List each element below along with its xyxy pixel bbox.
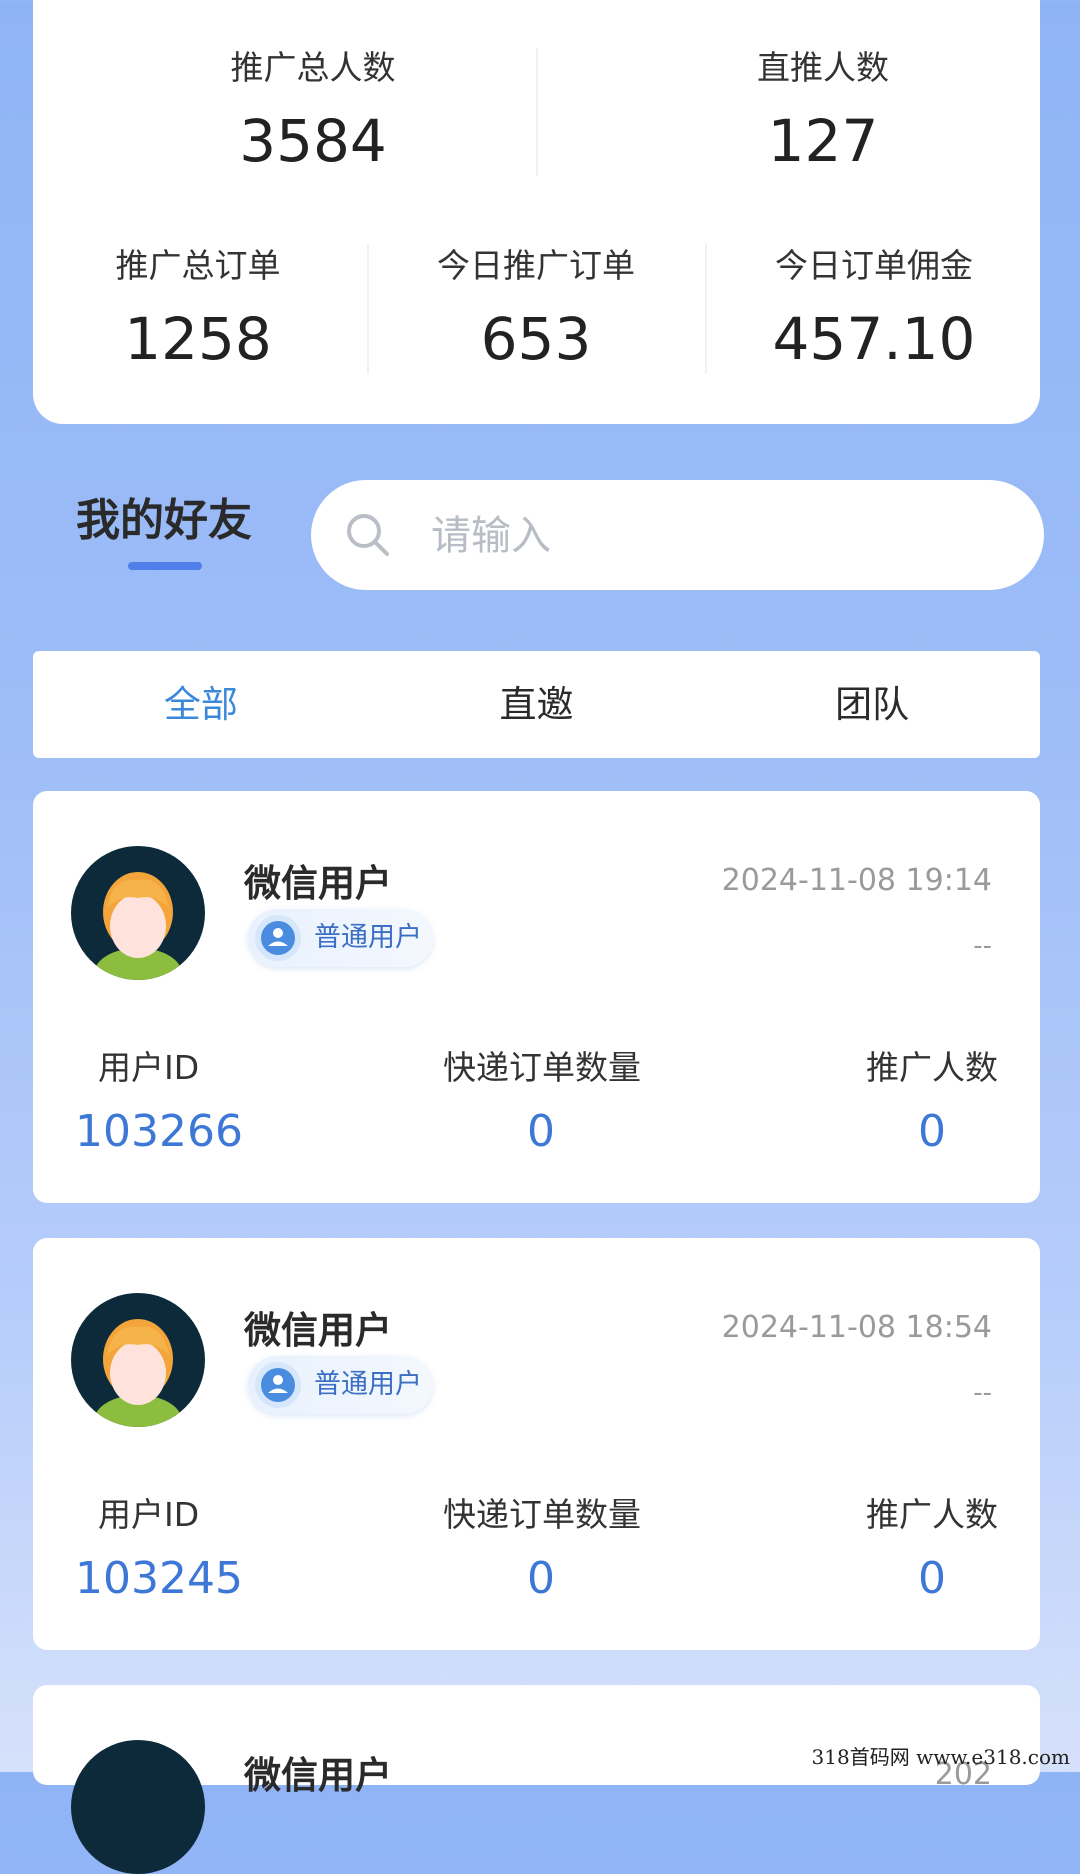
filter-tabs: 全部 直邀 团队 <box>33 651 1040 758</box>
avatar <box>71 1293 205 1427</box>
stat-label: 今日订单佣金 <box>775 246 973 285</box>
express-orders-label: 快递订单数量 <box>443 1048 641 1087</box>
join-time: 2024-11-08 18:54 <box>721 1310 992 1345</box>
stat-label: 直推人数 <box>757 48 889 87</box>
tab-team[interactable]: 团队 <box>704 651 1040 758</box>
stat-promo-total-people: 推广总人数 3584 <box>153 48 473 176</box>
user-name: 微信用户 <box>244 1309 392 1352</box>
divider <box>367 244 369 374</box>
tab-underline <box>128 562 202 570</box>
stat-value: 1258 <box>124 305 272 373</box>
user-name: 微信用户 <box>244 1754 392 1797</box>
search-icon <box>347 514 389 556</box>
user-card[interactable]: 微信用户 普通用户 2024-11-08 19:14 -- 用户ID 快递订单数… <box>33 791 1040 1203</box>
promo-people-label: 推广人数 <box>866 1048 998 1087</box>
promo-people-value: 0 <box>918 1106 946 1157</box>
stat-today-promo-orders: 今日推广订单 653 <box>371 246 701 374</box>
tab-direct-invite[interactable]: 直邀 <box>369 651 705 758</box>
search-input[interactable] <box>429 500 1013 572</box>
user-id-label: 用户ID <box>98 1495 200 1534</box>
stat-label: 今日推广订单 <box>437 246 635 285</box>
user-id-value: 103245 <box>75 1553 243 1604</box>
join-time: 2024-11-08 19:14 <box>721 863 992 898</box>
stat-label: 推广总人数 <box>230 48 396 87</box>
stat-promo-total-orders: 推广总订单 1258 <box>33 246 363 374</box>
user-name: 微信用户 <box>244 862 392 905</box>
stat-today-commission: 今日订单佣金 457.10 <box>709 246 1039 374</box>
stats-card: 推广总人数 3584 直推人数 127 推广总订单 1258 今日推广订单 65… <box>33 0 1040 424</box>
extra-info: -- <box>973 931 992 961</box>
tab-all[interactable]: 全部 <box>33 651 369 758</box>
promo-people-value: 0 <box>918 1553 946 1604</box>
express-orders-value: 0 <box>527 1553 555 1604</box>
avatar <box>71 846 205 980</box>
divider <box>705 244 707 374</box>
stat-value: 127 <box>767 107 879 175</box>
user-card[interactable]: 微信用户 202 <box>33 1685 1040 1874</box>
section-title[interactable]: 我的好友 <box>76 484 252 548</box>
stat-value: 457.10 <box>772 305 976 373</box>
search-bar[interactable] <box>311 480 1044 590</box>
express-orders-value: 0 <box>527 1106 555 1157</box>
user-level-badge: 普通用户 <box>248 909 433 967</box>
stat-value: 653 <box>480 305 592 373</box>
user-id-value: 103266 <box>75 1106 243 1157</box>
stat-label: 推广总订单 <box>115 246 281 285</box>
avatar <box>71 1740 205 1874</box>
user-id-label: 用户ID <box>98 1048 200 1087</box>
user-level-label: 普通用户 <box>314 1369 422 1400</box>
express-orders-label: 快递订单数量 <box>443 1495 641 1534</box>
stat-value: 3584 <box>239 107 387 175</box>
extra-info: -- <box>973 1378 992 1408</box>
user-level-label: 普通用户 <box>314 922 422 953</box>
promo-people-label: 推广人数 <box>866 1495 998 1534</box>
user-level-icon <box>255 1362 301 1408</box>
stat-direct-people: 直推人数 127 <box>663 48 983 176</box>
user-card[interactable]: 微信用户 普通用户 2024-11-08 18:54 -- 用户ID 快递订单数… <box>33 1238 1040 1650</box>
user-level-icon <box>255 915 301 961</box>
divider <box>536 48 538 176</box>
user-level-badge: 普通用户 <box>248 1356 433 1414</box>
watermark: 318首码网 www.e318.com <box>811 1745 1070 1769</box>
